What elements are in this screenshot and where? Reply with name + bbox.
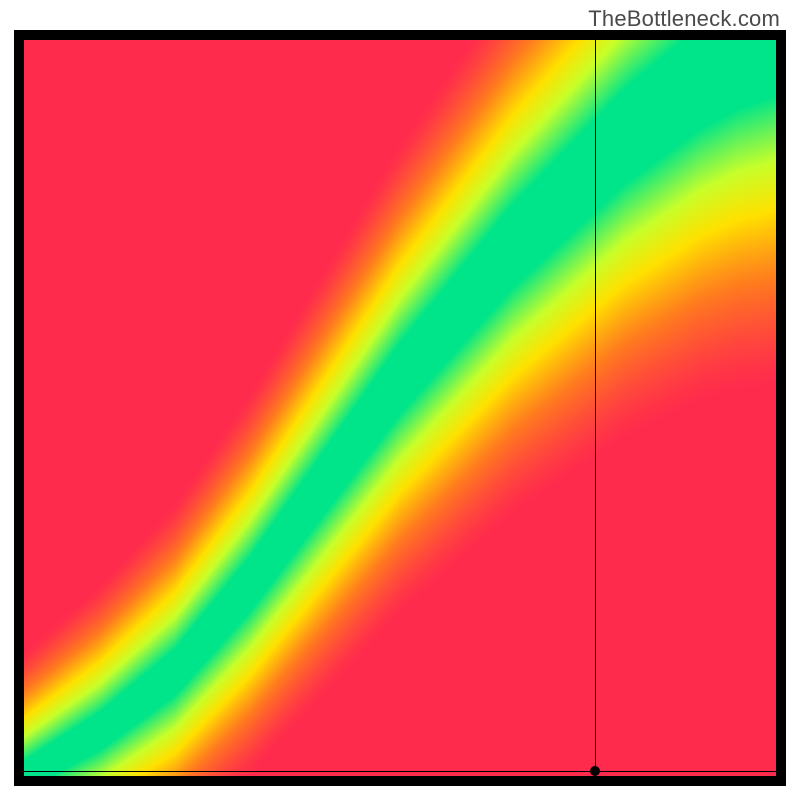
plot-area [24,40,776,776]
crosshair-vertical [595,40,596,776]
crosshair-horizontal [24,771,776,772]
marker-dot [590,766,600,776]
plot-frame [14,30,786,786]
heatmap-canvas [24,40,776,776]
watermark-text: TheBottleneck.com [588,6,780,32]
